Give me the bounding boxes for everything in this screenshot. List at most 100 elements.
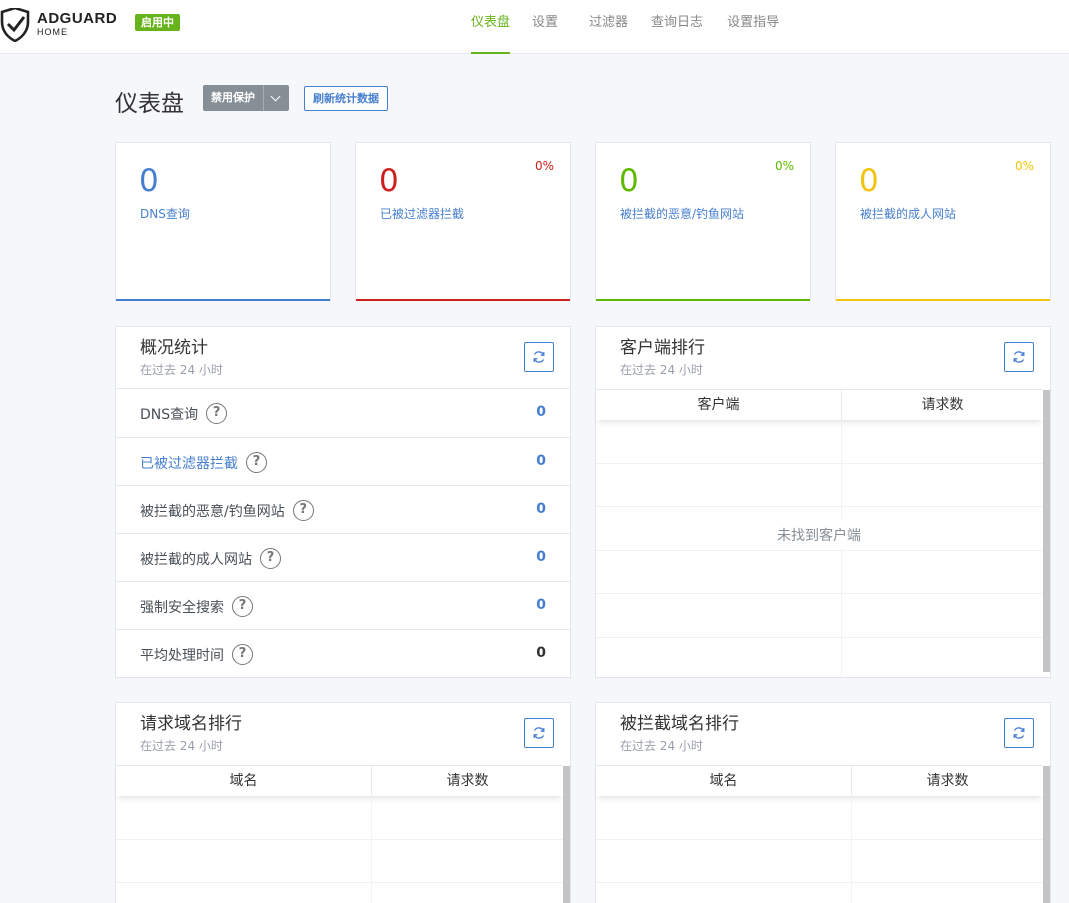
row-label: 强制安全搜索? — [140, 596, 253, 617]
table-row — [116, 883, 563, 903]
nav-settings[interactable]: 设置 — [520, 0, 570, 54]
refresh-button[interactable] — [1004, 718, 1034, 748]
nav-filters[interactable]: 过滤器 — [577, 0, 640, 54]
table-header: 域名 请求数 — [116, 766, 563, 796]
stat-label[interactable]: 被拦截的成人网站 — [860, 205, 956, 222]
nav-setup-guide[interactable]: 设置指导 — [715, 0, 791, 54]
refresh-button[interactable] — [524, 342, 554, 372]
blocked-domains-table: 域名 请求数 — [596, 765, 1043, 903]
row-label[interactable]: 已被过滤器拦截? — [140, 452, 267, 473]
stat-bar — [356, 299, 570, 301]
stat-bar — [836, 299, 1050, 301]
column-header-domain[interactable]: 域名 — [116, 766, 372, 796]
refresh-icon — [1013, 727, 1025, 739]
table-row — [116, 796, 563, 840]
stat-label[interactable]: DNS查询 — [140, 205, 190, 222]
question-circle-icon[interactable]: ? — [260, 548, 281, 569]
nav-dashboard[interactable]: 仪表盘 — [459, 0, 522, 54]
stat-percent: 0% — [774, 159, 794, 173]
table-body — [116, 796, 563, 903]
question-circle-icon[interactable]: ? — [206, 403, 228, 424]
overview-row: 已被过滤器拦截? 0 — [116, 437, 570, 485]
row-label-text: 被拦截的恶意/钓鱼网站 — [140, 503, 285, 520]
overview-row: 被拦截的成人网站? 0 — [116, 533, 570, 581]
panel-title: 请求域名排行 — [140, 714, 242, 734]
nav-query-log[interactable]: 查询日志 — [639, 0, 715, 54]
refresh-icon — [533, 727, 545, 739]
stat-card-dns-queries: 0 DNS查询 — [115, 142, 331, 301]
disable-protection-button[interactable]: 禁用保护 — [203, 85, 263, 111]
stat-label[interactable]: 被拦截的恶意/钓鱼网站 — [620, 205, 744, 222]
row-value: 0 — [536, 549, 546, 565]
column-header-requests[interactable]: 请求数 — [842, 390, 1043, 420]
row-value: 0 — [536, 597, 546, 613]
table-row — [596, 463, 1043, 507]
page-title: 仪表盘 — [115, 91, 184, 117]
stat-percent: 0% — [1014, 159, 1034, 173]
refresh-button[interactable] — [1004, 342, 1034, 372]
chevron-down-icon[interactable] — [263, 85, 289, 111]
brand-name: ADGUARD — [37, 10, 118, 27]
overview-row: 强制安全搜索? 0 — [116, 581, 570, 629]
row-label-text: DNS查询 — [140, 406, 199, 423]
scrollbar[interactable] — [1043, 766, 1050, 903]
question-circle-icon[interactable]: ? — [232, 596, 253, 617]
refresh-button[interactable] — [524, 718, 554, 748]
stat-bar — [116, 299, 330, 301]
row-label-text: 强制安全搜索 — [140, 599, 224, 616]
stat-card-blocked-adult: 0 被拦截的成人网站 0% — [835, 142, 1051, 301]
stat-card-blocked-filters: 0 已被过滤器拦截 0% — [355, 142, 571, 301]
table-header: 域名 请求数 — [596, 766, 1043, 796]
overview-panel: 概况统计 在过去 24 小时 DNS查询? 0 已被过滤器拦截? 0 被拦截的恶… — [115, 326, 571, 678]
column-header-domain[interactable]: 域名 — [596, 766, 852, 796]
stat-percent: 0% — [534, 159, 554, 173]
table-row — [596, 839, 1043, 883]
question-circle-icon[interactable]: ? — [292, 500, 314, 521]
table-row — [116, 839, 563, 883]
table-row — [596, 637, 1043, 681]
panel-subtitle: 在过去 24 小时 — [140, 363, 223, 377]
protection-button-group: 禁用保护 — [203, 85, 289, 111]
panel-subtitle: 在过去 24 小时 — [620, 739, 703, 753]
refresh-icon — [533, 351, 545, 363]
empty-message: 未找到客户端 — [759, 521, 879, 549]
refresh-stats-button[interactable]: 刷新统计数据 — [304, 86, 388, 111]
stat-label[interactable]: 已被过滤器拦截 — [380, 205, 464, 222]
row-value: 0 — [536, 645, 546, 661]
panel-title: 客户端排行 — [620, 338, 705, 358]
top-blocked-domains-panel: 被拦截域名排行 在过去 24 小时 域名 请求数 — [595, 702, 1051, 903]
stat-bar — [596, 299, 810, 301]
column-header-requests[interactable]: 请求数 — [852, 766, 1043, 796]
table-row — [596, 883, 1043, 903]
main-nav: 仪表盘 设置 过滤器 查询日志 设置指导 — [459, 0, 791, 54]
brand[interactable]: ADGUARD HOME — [37, 10, 117, 38]
row-label-text: 被拦截的成人网站 — [140, 551, 252, 568]
row-label-text: 已被过滤器拦截 — [140, 455, 238, 472]
table-row — [596, 420, 1043, 464]
question-circle-icon[interactable]: ? — [246, 452, 267, 473]
domains-table: 域名 请求数 — [116, 765, 563, 903]
row-label: DNS查询? — [140, 403, 228, 424]
question-circle-icon[interactable]: ? — [232, 644, 253, 665]
panel-title: 被拦截域名排行 — [620, 714, 739, 734]
scrollbar[interactable] — [1043, 390, 1050, 672]
row-label-text: 平均处理时间 — [140, 647, 224, 664]
refresh-icon — [1013, 351, 1025, 363]
row-value: 0 — [536, 501, 546, 517]
adguard-logo-icon[interactable] — [0, 8, 30, 42]
row-label: 平均处理时间? — [140, 644, 253, 665]
row-value: 0 — [536, 453, 546, 469]
column-header-requests[interactable]: 请求数 — [372, 766, 563, 796]
table-row — [596, 550, 1043, 594]
stat-card-blocked-malware: 0 被拦截的恶意/钓鱼网站 0% — [595, 142, 811, 301]
row-label: 被拦截的成人网站? — [140, 548, 281, 569]
scrollbar[interactable] — [563, 766, 570, 903]
panel-subtitle: 在过去 24 小时 — [140, 739, 223, 753]
stat-value: 0 — [139, 163, 159, 199]
table-body — [596, 796, 1043, 903]
row-value: 0 — [536, 404, 546, 420]
top-clients-panel: 客户端排行 在过去 24 小时 客户端 请求数 未找到客户端 — [595, 326, 1051, 681]
column-header-client[interactable]: 客户端 — [596, 390, 842, 420]
stat-value: 0 — [619, 163, 639, 199]
overview-row: 被拦截的恶意/钓鱼网站? 0 — [116, 485, 570, 533]
